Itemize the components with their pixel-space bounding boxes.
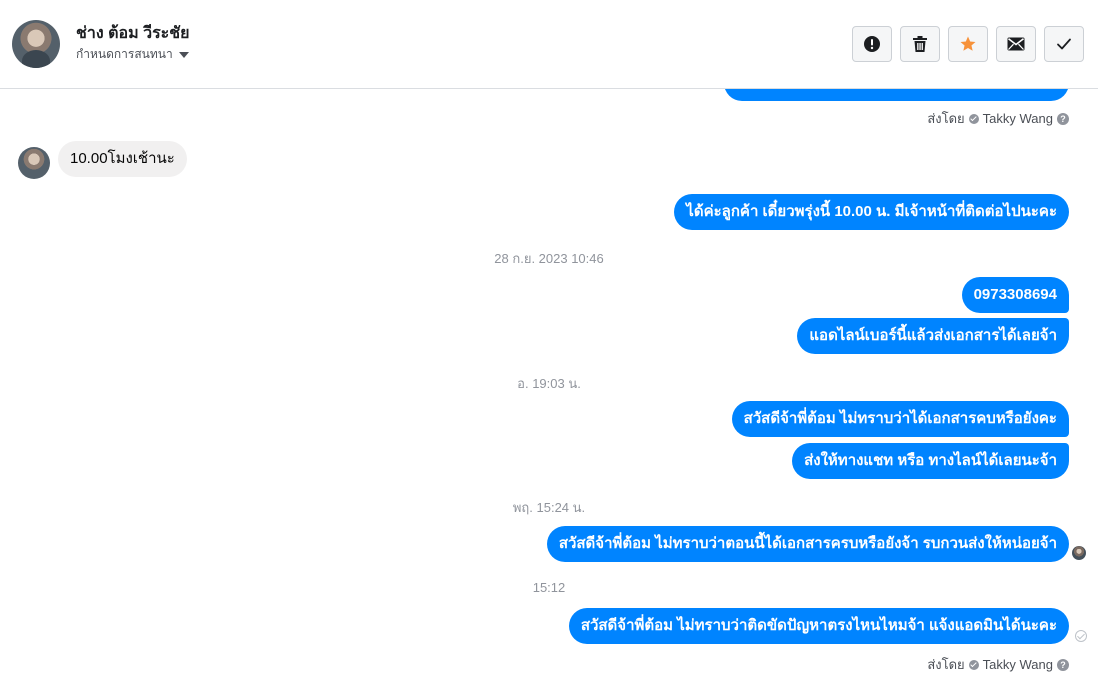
sent-by-info: ส่งโดย Takky Wang ? (927, 108, 1069, 129)
message-timestamp: พฤ. 15:24 น. (512, 500, 586, 515)
agent-name-link[interactable]: Takky Wang (983, 111, 1053, 126)
checkmark-icon (1057, 38, 1071, 50)
delivered-check-icon (1075, 630, 1087, 642)
trash-icon (913, 36, 927, 52)
star-button[interactable] (948, 26, 988, 62)
message-bubble-outgoing[interactable]: สวัสดีจ้าพี่ต้อม ไม่ทราบว่าตอนนี้ได้เอกส… (546, 526, 1069, 562)
message-timestamp: อ. 19:03 น. (517, 376, 581, 391)
star-icon (960, 36, 976, 51)
agent-name-link[interactable]: Takky Wang (983, 657, 1053, 672)
assign-conversation-dropdown[interactable]: กำหนดการสนทนา (76, 45, 189, 64)
exclamation-circle-icon (864, 36, 880, 52)
message-bubble-outgoing[interactable]: สวัสดีจ้าพี่ต้อม ไม่ทราบว่าติดขัดปัญหาตร… (568, 608, 1069, 644)
message-bubble-outgoing[interactable]: ส่งให้ทางแชท หรือ ทางไลน์ได้เลยนะจ้า (792, 443, 1069, 479)
help-icon[interactable]: ? (1057, 658, 1069, 671)
help-icon[interactable]: ? (1057, 112, 1069, 125)
caret-down-icon (178, 52, 189, 58)
verified-check-icon (968, 659, 979, 670)
message-bubble-outgoing-cut[interactable] (724, 89, 1069, 101)
assign-conversation-label: กำหนดการสนทนา (76, 47, 173, 61)
contact-avatar-small[interactable] (18, 147, 50, 179)
sent-by-prefix: ส่งโดย (927, 111, 965, 126)
sent-by-info: ส่งโดย Takky Wang ? (927, 654, 1069, 675)
conversation-header: ช่าง ต้อม วีระชัย กำหนดการสนทนา (0, 0, 1098, 89)
envelope-icon (1007, 37, 1025, 51)
contact-avatar[interactable] (12, 20, 60, 68)
sent-by-prefix: ส่งโดย (927, 657, 965, 672)
mark-spam-button[interactable] (852, 26, 892, 62)
message-bubble-outgoing[interactable]: สวัสดีจ้าพี่ต้อม ไม่ทราบว่าได้เอกสารคบหร… (731, 401, 1069, 437)
contact-name[interactable]: ช่าง ต้อม วีระชัย (76, 21, 190, 46)
message-bubble-outgoing[interactable]: ได้ค่ะลูกค้า เดี๋ยวพรุ่งนี้ 10.00 น. มีเ… (674, 194, 1069, 230)
message-timestamp: 15:12 (532, 580, 566, 595)
message-timestamp: 28 ก.ย. 2023 10:46 (494, 251, 604, 266)
message-bubble-outgoing[interactable]: 0973308694 (961, 277, 1069, 313)
verified-check-icon (968, 113, 979, 124)
mark-done-button[interactable] (1044, 26, 1084, 62)
seen-avatar-icon (1072, 546, 1086, 560)
message-bubble-incoming[interactable]: 10.00โมงเช้านะ (58, 141, 187, 177)
mark-unread-button[interactable] (996, 26, 1036, 62)
message-bubble-outgoing[interactable]: แอดไลน์เบอร์นี้แล้วส่งเอกสารได้เลยจ้า (797, 318, 1069, 354)
delete-button[interactable] (900, 26, 940, 62)
message-thread[interactable]: ส่งโดย Takky Wang ? 10.00โมงเช้านะ ได้ค่… (0, 89, 1098, 698)
